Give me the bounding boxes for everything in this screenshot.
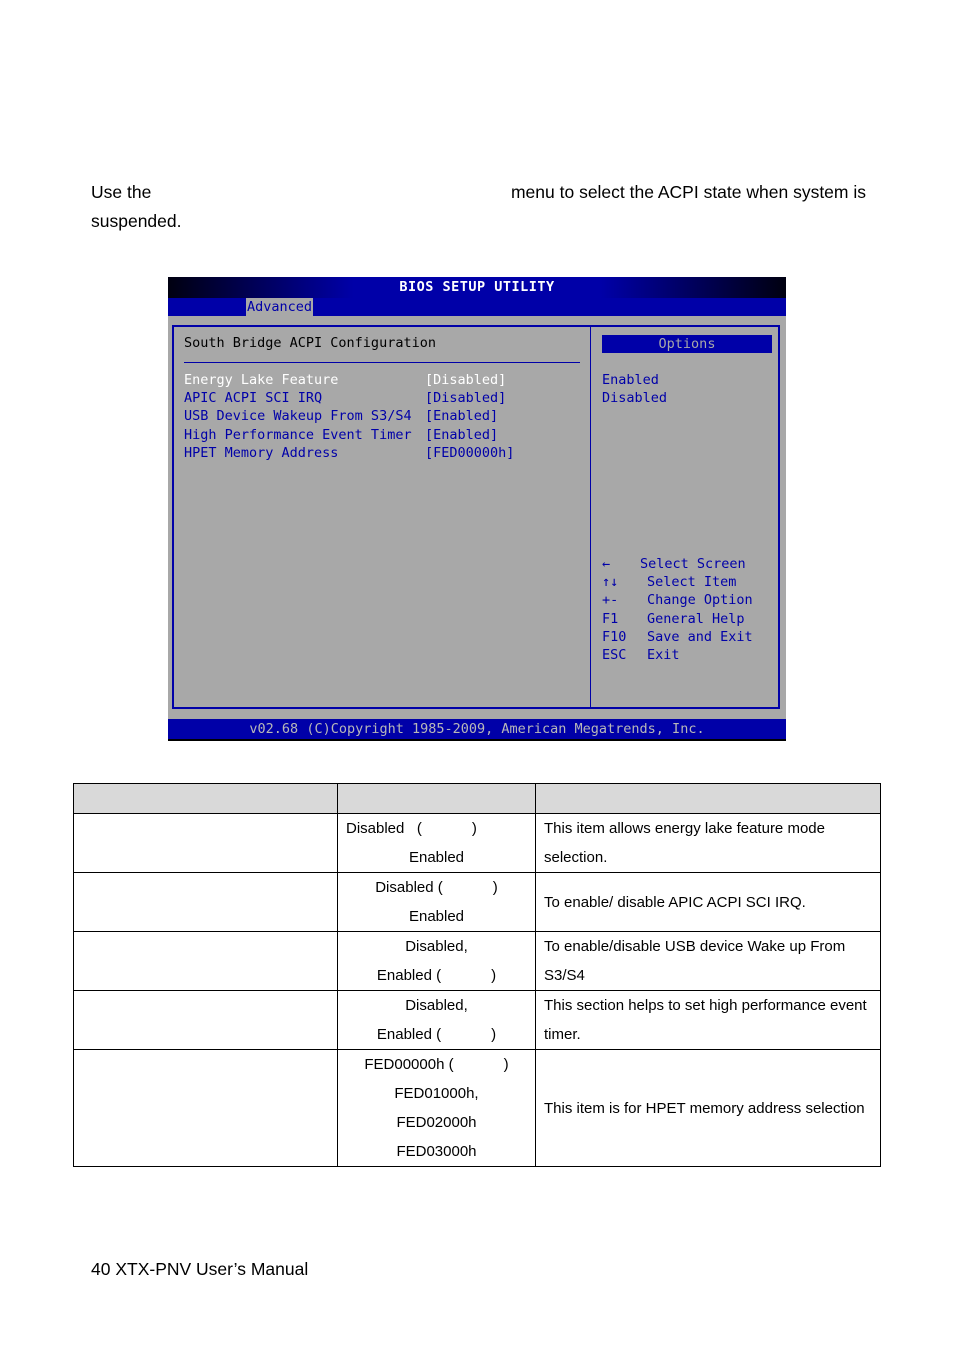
setting-value[interactable]: [Disabled] [425,371,506,389]
table-row: Disabled, Enabled ( ) This section helps… [73,990,881,1050]
option-disabled[interactable]: Disabled [602,389,667,407]
option-line: Enabled ( ) [376,1026,497,1043]
bios-setting-energy-lake[interactable]: Energy Lake Feature [Disabled] [184,371,584,389]
bios-bottom-edge [168,739,786,741]
f1-key: F1 [602,611,619,627]
bios-title-bar: BIOS SETUP UTILITY [168,277,786,298]
cell-item [73,990,338,1050]
cell-description: To enable/disable USB device Wake up Fro… [535,931,881,991]
table-row: Disabled ( ) Enabled To enable/ disable … [73,872,881,932]
cell-options: Disabled ( ) Enabled [337,813,536,873]
cell-item [73,931,338,991]
setting-label: HPET Memory Address [184,445,339,461]
setting-label: High Performance Event Timer [184,427,412,443]
setting-value[interactable]: [Disabled] [425,389,506,407]
cell-description: To enable/ disable APIC ACPI SCI IRQ. [535,872,881,932]
table-row: Disabled ( ) Enabled This item allows en… [73,813,881,873]
bios-menu-bar: Advanced [168,298,786,316]
cell-description: This item is for HPET memory address sel… [535,1049,881,1167]
options-table: Disabled ( ) Enabled This item allows en… [73,783,881,1167]
f10-key: F10 [602,629,627,645]
key-help-desc: General Help [647,611,745,627]
intro-suffix: menu to select the ACPI state when syste… [510,182,866,202]
bios-setting-hpet-memory[interactable]: HPET Memory Address [FED00000h] [184,444,584,462]
option-line: FED02000h [396,1114,477,1131]
option-line: Enabled [408,849,465,866]
cell-options: Disabled, Enabled ( ) [337,931,536,991]
option-line: Enabled ( ) [376,967,497,984]
setting-label: APIC ACPI SCI IRQ [184,390,323,406]
key-help-desc: Change Option [647,592,753,608]
esc-key: ESC [602,647,627,663]
cell-options: FED00000h ( ) FED01000h, FED02000h FED03… [337,1049,536,1167]
table-row: FED00000h ( ) FED01000h, FED02000h FED03… [73,1049,881,1167]
up-down-arrow-icon: ↑↓ [602,574,619,590]
key-help-desc: Select Item [647,574,737,590]
intro-prefix: Use the [91,182,152,202]
bios-screenshot: BIOS SETUP UTILITY Advanced South Bridge… [168,277,786,741]
table-row: Disabled, Enabled ( ) To enable/disable … [73,931,881,991]
setting-label: Energy Lake Feature [184,372,339,388]
cell-description: This item allows energy lake feature mod… [535,813,881,873]
option-line: FED03000h [396,1143,477,1160]
option-line: Enabled [408,908,465,925]
key-help-desc: Save and Exit [647,629,753,645]
header-description [535,783,881,814]
cell-item [73,1049,338,1167]
option-line: Disabled, [405,997,468,1014]
option-enabled[interactable]: Enabled [602,371,659,389]
option-line: FED00000h ( ) [364,1056,509,1073]
bios-panel-divider [590,327,591,707]
header-options [337,783,536,814]
cell-item [73,872,338,932]
option-line: Disabled ( ) [375,879,498,896]
table-header-row [73,783,881,814]
option-line: FED01000h, [394,1085,479,1102]
bios-heading-rule [184,362,580,363]
header-item [73,783,338,814]
bios-setting-usb-wakeup[interactable]: USB Device Wakeup From S3/S4 [Enabled] [184,407,584,425]
options-header: Options [602,335,772,353]
key-help-desc: Select Screen [640,556,746,572]
tab-advanced[interactable]: Advanced [246,298,314,316]
setting-value[interactable]: [FED00000h] [425,444,514,462]
left-arrow-icon: ← [602,556,611,572]
plus-minus-key: +- [602,592,619,608]
setting-value[interactable]: [Enabled] [425,407,498,425]
bios-setting-hpet-timer[interactable]: High Performance Event Timer [Enabled] [184,426,584,444]
option-line: Disabled, [405,938,468,955]
bios-main-frame: South Bridge ACPI Configuration Energy L… [172,325,780,709]
cell-options: Disabled, Enabled ( ) [337,990,536,1050]
page-footer: 40 XTX-PNV User’s Manual [91,1259,309,1279]
intro-paragraph: Use the menu to select the ACPI state wh… [91,178,866,236]
cell-description: This section helps to set high performan… [535,990,881,1050]
bios-section-heading: South Bridge ACPI Configuration [184,335,436,351]
setting-value[interactable]: [Enabled] [425,426,498,444]
intro-line2: suspended. [91,211,182,231]
option-line: Disabled ( ) [346,820,477,837]
key-help-desc: Exit [647,647,680,663]
bios-copyright-bar: v02.68 (C)Copyright 1985-2009, American … [168,719,786,739]
setting-label: USB Device Wakeup From S3/S4 [184,408,412,424]
cell-options: Disabled ( ) Enabled [337,872,536,932]
bios-setting-apic-acpi-sci-irq[interactable]: APIC ACPI SCI IRQ [Disabled] [184,389,584,407]
cell-item [73,813,338,873]
